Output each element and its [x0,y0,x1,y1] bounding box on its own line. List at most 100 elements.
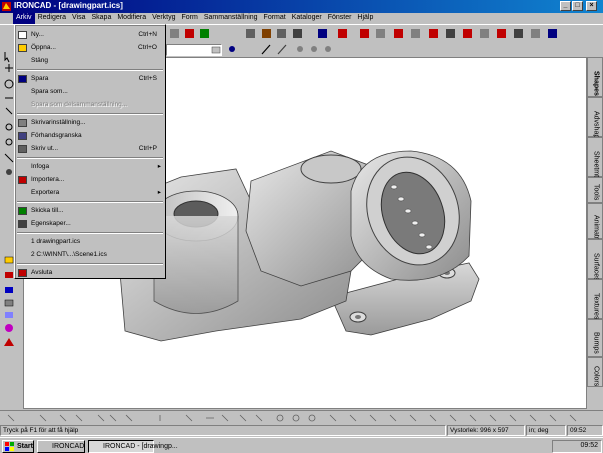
tab-animatn[interactable]: Animatn [587,203,603,241]
menu-verktyg[interactable]: Verktyg [149,13,178,24]
status-bar: Tryck på F1 för att få hjälp Vystorlek: … [0,425,603,437]
file-menu-label: Ny... [31,31,44,38]
file-menu-item-10[interactable]: Importera... [15,174,165,186]
file-menu-label: Spara som delsammanställning... [31,101,128,108]
task-ironcad-drawing[interactable]: IRONCAD - [drawingp... [88,440,178,453]
tray-clock: 09:52 [552,440,602,453]
file-menu-label: Förhandsgranska [31,132,82,139]
tab-advshapes[interactable]: Advshapes [587,97,603,146]
menu-arkiv[interactable]: Arkiv [13,13,35,24]
tab-bumps[interactable]: Bumps [587,319,603,357]
file-menu-item-2[interactable]: Stäng [15,55,165,67]
bottom-toolbar-icons [7,414,577,422]
menu-kataloger[interactable]: Kataloger [289,13,325,24]
tab-label: Bumps [592,332,600,354]
menu-modifiera[interactable]: Modifiera [114,13,149,24]
tab-label: Textures [592,293,600,320]
file-menu-item-11[interactable]: Exportera ▸ [15,187,165,199]
tab-surfaces[interactable]: Surfaces [587,239,603,281]
print-icon [18,145,27,153]
file-menu: Ny... Ctrl+N Öppna... Ctrl+O Stäng Spara Ctrl+… [14,24,166,279]
file-menu-item-12[interactable]: Skicka till... [15,205,165,217]
file-menu-label: Avsluta [31,269,53,276]
file-menu-label: Skicka till... [31,207,64,214]
file-menu-label: Egenskaper... [31,220,71,227]
file-menu-item-1[interactable]: Öppna... Ctrl+O [15,42,165,54]
file-menu-item-16[interactable]: Avsluta [15,267,165,279]
file-menu-label: 1 drawingpart.ics [31,238,81,245]
tab-textures[interactable]: Textures [587,279,603,319]
file-menu-label: Spara som... [31,88,68,95]
file-menu-shortcut: Ctrl+P [138,145,157,152]
tab-label: Advshapes [592,111,600,146]
menu-visa[interactable]: Visa [69,13,89,24]
file-menu-label: Infoga [31,163,50,170]
file-menu-item-5: Spara som delsammanställning... [15,99,165,111]
file-menu-item-14[interactable]: 1 drawingpart.ics [15,236,165,248]
new-icon [18,31,27,39]
minimize-button[interactable]: _ [560,1,571,11]
menu-format[interactable]: Format [261,13,289,24]
file-menu-label: Exportera [31,189,60,196]
submenu-arrow-icon: ▸ [157,163,161,170]
menu-hj-lp[interactable]: Hjälp [354,13,376,24]
properties-icon [18,220,27,228]
taskbar: Start IRONCAD IRONCAD - [drawingp... 09:… [0,437,603,453]
windows-logo-icon [5,442,14,451]
exit-icon [18,269,27,277]
title-bar: IRONCAD - [drawingpart.ics] _ □ × [0,0,603,13]
tab-label: Surfaces [592,253,600,281]
print-preview-icon [18,132,27,140]
tab-label: Sheetmtl [592,151,600,179]
file-menu-shortcut: Ctrl+N [138,31,157,38]
tab-label: Shapes [592,71,600,96]
status-time: 09:52 [567,425,603,436]
menu-redigera[interactable]: Redigera [35,13,69,24]
menu-form[interactable]: Form [179,13,201,24]
file-menu-item-3[interactable]: Spara Ctrl+S [15,73,165,85]
file-menu-label: 2 C:\WINNT\...\Scene1.ics [31,251,107,258]
file-menu-item-13[interactable]: Egenskaper... [15,218,165,230]
menu-separator [17,157,163,159]
file-menu-item-9[interactable]: Infoga ▸ [15,161,165,173]
printer-setup-icon [18,119,27,127]
file-menu-label: Importera... [31,176,65,183]
start-button[interactable]: Start [2,440,34,453]
tab-tools[interactable]: Tools [587,177,603,203]
menu-separator [17,69,163,71]
send-icon [18,207,27,215]
maximize-button[interactable]: □ [572,1,583,11]
menu-skapa[interactable]: Skapa [88,13,114,24]
tab-sheetmtl[interactable]: Sheetmtl [587,137,603,179]
file-menu-item-7[interactable]: Förhandsgranska [15,130,165,142]
doc-system-menu-icon[interactable] [0,13,13,24]
file-menu-label: Stäng [31,57,48,64]
tab-shapes[interactable]: Shapes [587,57,603,97]
file-menu-shortcut: Ctrl+S [138,75,157,82]
tab-label: Tools [592,184,600,201]
task-ironcad[interactable]: IRONCAD [37,440,85,453]
status-units: in; deg [526,425,566,436]
file-menu-shortcut: Ctrl+O [138,44,157,51]
menu-separator [17,263,163,265]
file-menu-label: Öppna... [31,44,56,51]
bottom-toolbar [0,410,603,424]
menu-separator [17,232,163,234]
file-menu-item-15[interactable]: 2 C:\WINNT\...\Scene1.ics [15,249,165,261]
menu-sammanst-llning[interactable]: Sammanställning [201,13,261,24]
start-label: Start [17,443,33,450]
task-ironcad-label: IRONCAD [52,443,85,450]
file-menu-item-6[interactable]: Skrivarinställning... [15,117,165,129]
submenu-arrow-icon: ▸ [157,189,161,196]
menu-f-nster[interactable]: Fönster [325,13,355,24]
file-menu-item-4[interactable]: Spara som... [15,86,165,98]
tab-colors[interactable]: Colors [587,357,603,387]
status-help-text: Tryck på F1 för att få hjälp [0,425,446,436]
ironcad-logo-icon [2,2,11,11]
file-menu-label: Skrivarinställning... [31,119,86,126]
file-menu-item-8[interactable]: Skriv ut... Ctrl+P [15,143,165,155]
menu-bar: Arkiv Redigera Visa Skapa Modifiera Verktyg Fo… [0,13,603,24]
status-view-size: Vystorlek: 996 x 597 [447,425,525,436]
close-button[interactable]: × [586,1,597,11]
file-menu-item-0[interactable]: Ny... Ctrl+N [15,29,165,41]
